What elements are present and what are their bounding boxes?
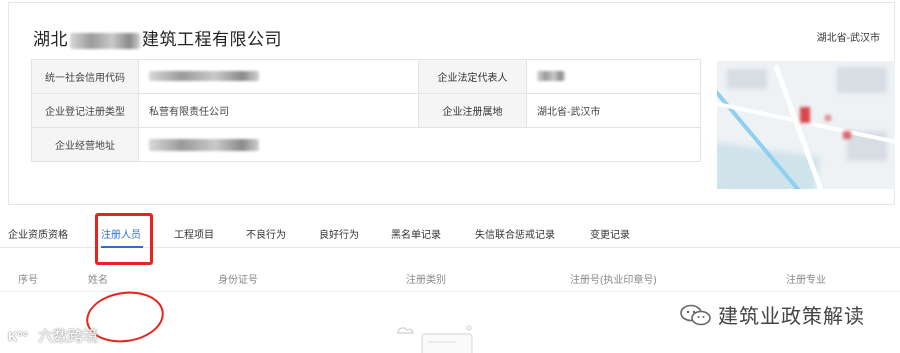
company-name-prefix: 湖北 [33,30,68,49]
column-header: 注册号(执业印章号) [570,275,657,286]
company-info-table: 统一社会信用代码 企业法定代表人 企业登记注册类型 私营有限责任公司 企业注册属… [31,59,701,162]
wechat-icon [680,304,711,326]
redacted-value [149,138,259,151]
company-name-suffix: 建筑工程有限公司 [142,30,282,49]
redacted-value [149,71,259,82]
watermark-logo: K°° [8,329,28,344]
legal-rep-value [526,59,701,94]
watermark-left-text: 六数跨境 [38,328,99,345]
empty-state-icon [397,325,473,353]
company-card: 湖北 建筑工程有限公司 湖北省-武汉市 统一社会信用代码 企业法定代表人 企业登记… [8,2,895,205]
tab-credit-punishment[interactable]: 失信联合惩戒记录 [475,226,555,241]
info-label: 企业注册属地 [418,93,527,128]
info-label: 企业法定代表人 [418,59,527,94]
column-header: 身份证号 [218,275,258,286]
watermark-right-text: 建筑业政策解读 [718,306,865,328]
tab-bad-behavior[interactable]: 不良行为 [246,226,286,241]
company-location: 湖北省-武汉市 [816,33,880,44]
redacted-name-part [70,32,140,49]
annotation-highlight-box [95,213,153,265]
registration-type-value: 私营有限责任公司 [138,93,419,128]
tab-good-behavior[interactable]: 良好行为 [319,226,359,241]
registration-location-value: 湖北省-武汉市 [526,93,701,128]
watermark-left: K°° 六数跨境 [8,325,98,346]
info-row: 企业经营地址 [31,127,701,162]
tab-change-records[interactable]: 变更记录 [590,226,630,241]
column-header: 姓名 [88,275,108,286]
tab-projects[interactable]: 工程项目 [174,226,214,241]
info-label: 企业经营地址 [31,127,139,162]
redacted-value [537,71,565,82]
column-header: 注册类别 [406,275,446,286]
credit-code-value [138,59,419,94]
info-row: 企业登记注册类型 私营有限责任公司 企业注册属地 湖北省-武汉市 [31,93,701,128]
info-label: 统一社会信用代码 [31,59,139,94]
personnel-table-header: 序号 姓名 身份证号 注册类别 注册号(执业印章号) 注册专业 [0,262,900,292]
info-label: 企业登记注册类型 [31,93,139,128]
column-header: 序号 [18,275,38,286]
tab-blacklist[interactable]: 黑名单记录 [391,226,441,241]
watermark-right: 建筑业政策解读 [680,300,865,329]
company-name: 湖北 建筑工程有限公司 [33,25,282,50]
tab-qualification[interactable]: 企业资质资格 [8,226,68,241]
info-row: 统一社会信用代码 企业法定代表人 [31,59,701,94]
business-address-value [138,127,701,162]
column-header: 注册专业 [786,275,826,286]
location-map[interactable] [717,61,895,189]
